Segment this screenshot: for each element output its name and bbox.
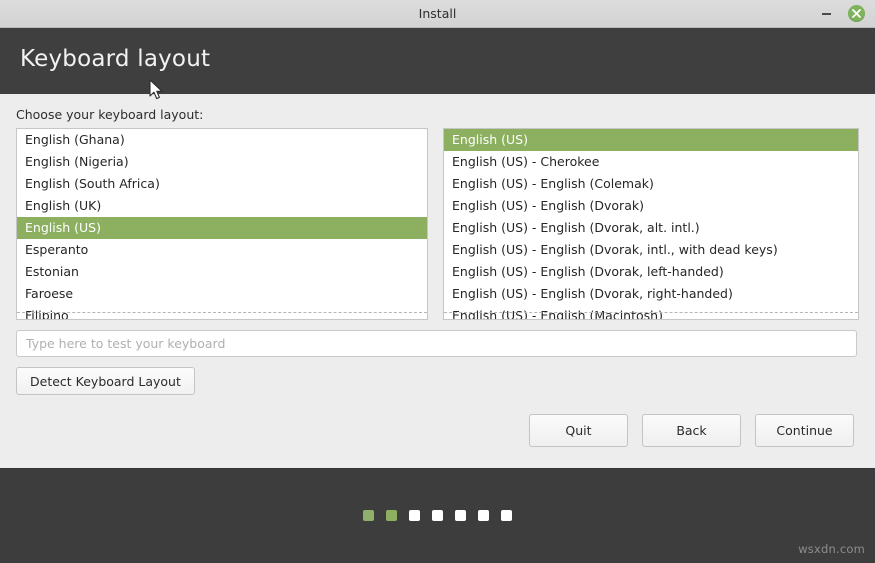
list-item[interactable]: Faroese xyxy=(17,283,427,305)
choose-layout-label: Choose your keyboard layout: xyxy=(16,107,204,122)
list-item[interactable]: English (US) - English (Colemak) xyxy=(444,173,858,195)
list-item[interactable]: English (US) xyxy=(17,217,427,239)
close-button[interactable] xyxy=(845,0,869,27)
back-button[interactable]: Back xyxy=(642,414,741,447)
list-item[interactable]: English (South Africa) xyxy=(17,173,427,195)
keyboard-test-input[interactable] xyxy=(16,330,857,357)
page-content: Choose your keyboard layout: English (Gh… xyxy=(0,94,875,468)
install-window: Install Keyboard layout Choose your keyb… xyxy=(0,0,875,563)
list-item[interactable]: English (Ghana) xyxy=(17,129,427,151)
step-dot xyxy=(501,510,512,521)
list-item[interactable]: English (US) - English (Dvorak) xyxy=(444,195,858,217)
list-item[interactable]: English (US) - Cherokee xyxy=(444,151,858,173)
window-title: Install xyxy=(418,6,457,21)
page-footer: wsxdn.com xyxy=(0,468,875,563)
step-dot xyxy=(386,510,397,521)
watermark: wsxdn.com xyxy=(798,542,865,556)
list-item[interactable]: English (US) xyxy=(444,129,858,151)
step-dot xyxy=(455,510,466,521)
list-item[interactable]: English (Nigeria) xyxy=(17,151,427,173)
continue-button[interactable]: Continue xyxy=(755,414,854,447)
list-item[interactable]: English (US) - English (Dvorak, intl., w… xyxy=(444,239,858,261)
detect-keyboard-layout-button[interactable]: Detect Keyboard Layout xyxy=(16,367,195,395)
quit-button[interactable]: Quit xyxy=(529,414,628,447)
step-indicator xyxy=(0,510,875,521)
keyboard-variant-list[interactable]: English (US) English (US) - Cherokee Engli… xyxy=(443,128,859,320)
window-titlebar: Install xyxy=(0,0,875,28)
list-item[interactable]: Estonian xyxy=(17,261,427,283)
minimize-button[interactable] xyxy=(814,0,840,27)
list-item[interactable]: English (US) - English (Dvorak, alt. int… xyxy=(444,217,858,239)
list-item[interactable]: Esperanto xyxy=(17,239,427,261)
list-partial-row-divider xyxy=(444,312,858,313)
step-dot xyxy=(432,510,443,521)
keyboard-layout-list[interactable]: English (Ghana) English (Nigeria) English … xyxy=(16,128,428,320)
list-item[interactable]: English (UK) xyxy=(17,195,427,217)
list-item[interactable]: English (US) - English (Dvorak, right-ha… xyxy=(444,283,858,305)
step-dot xyxy=(363,510,374,521)
step-dot xyxy=(478,510,489,521)
list-item[interactable]: English (US) - English (Dvorak, left-han… xyxy=(444,261,858,283)
close-icon xyxy=(848,5,865,22)
step-dot xyxy=(409,510,420,521)
navigation-buttons: Quit Back Continue xyxy=(529,414,854,447)
page-title: Keyboard layout xyxy=(20,46,211,72)
page-header: Keyboard layout xyxy=(0,28,875,94)
list-partial-row-divider xyxy=(17,312,427,313)
